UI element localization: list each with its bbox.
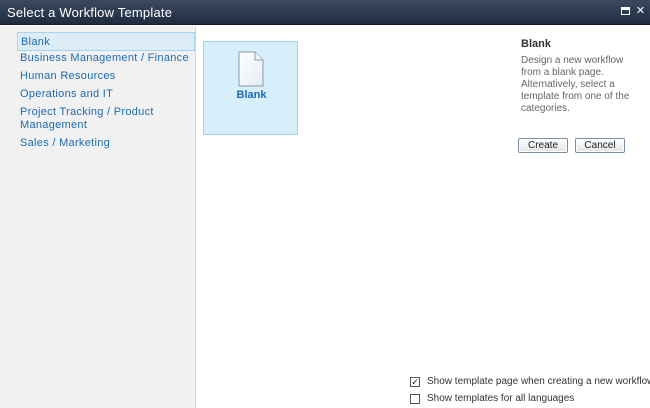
details-title: Blank (521, 38, 551, 50)
create-button[interactable]: Create (518, 138, 568, 153)
maximize-icon[interactable] (620, 6, 631, 17)
category-item-blank[interactable]: Blank (17, 32, 195, 51)
category-item-business-management[interactable]: Business Management / Finance (17, 52, 195, 64)
category-item-sales-marketing[interactable]: Sales / Marketing (17, 137, 195, 149)
show-all-languages-checkbox[interactable] (410, 394, 420, 404)
template-tile-label: Blank (236, 89, 267, 101)
template-tile-blank[interactable]: Blank (203, 41, 298, 135)
cancel-button[interactable]: Cancel (575, 138, 625, 153)
category-sidebar: Blank Business Management / Finance Huma… (0, 26, 196, 408)
close-icon[interactable]: ✕ (635, 6, 646, 17)
category-item-operations[interactable]: Operations and IT (17, 88, 195, 100)
details-description: Design a new workflow from a blank page.… (521, 55, 630, 114)
category-item-project-tracking[interactable]: Project Tracking / Product (17, 106, 195, 118)
category-item-project-tracking-continued[interactable]: Management (17, 119, 195, 131)
dialog-title: Select a Workflow Template (7, 5, 173, 20)
dialog-titlebar: Select a Workflow Template ✕ (0, 0, 650, 25)
show-all-languages-label[interactable]: Show templates for all languages (427, 393, 574, 404)
document-icon (237, 51, 265, 92)
show-template-page-checkbox[interactable]: ✓ (410, 377, 420, 387)
template-details: Blank Design a new workflow from a blank… (521, 38, 641, 115)
show-template-page-label[interactable]: Show template page when creating a new w… (427, 376, 650, 387)
category-item-human-resources[interactable]: Human Resources (17, 70, 195, 82)
